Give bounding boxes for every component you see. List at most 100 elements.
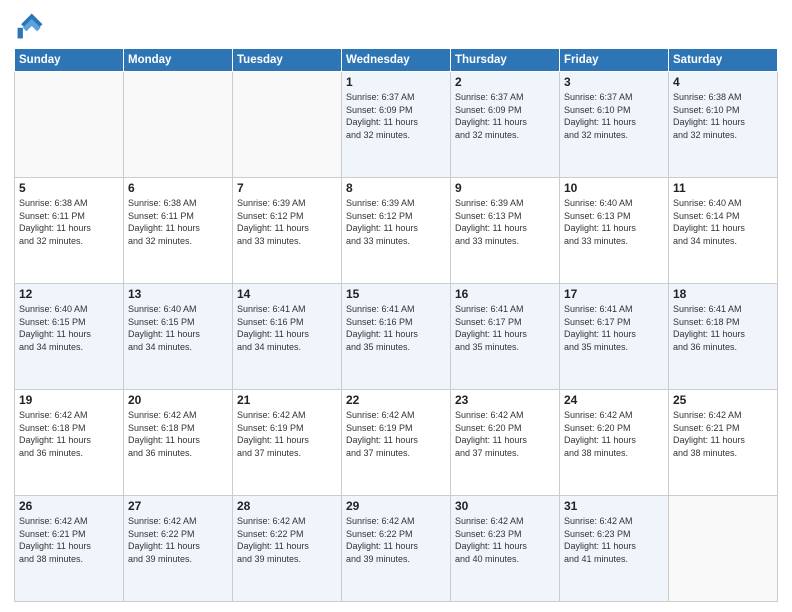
day-number: 1 (346, 75, 446, 89)
calendar-cell: 8 Sunrise: 6:39 AM Sunset: 6:12 PM Daylig… (342, 178, 451, 284)
day-info: Sunrise: 6:42 AM Sunset: 6:23 PM Dayligh… (564, 515, 664, 565)
day-number: 8 (346, 181, 446, 195)
day-info: Sunrise: 6:41 AM Sunset: 6:17 PM Dayligh… (564, 303, 664, 353)
day-number: 14 (237, 287, 337, 301)
day-number: 7 (237, 181, 337, 195)
calendar-week-row: 1 Sunrise: 6:37 AM Sunset: 6:09 PM Daylig… (15, 72, 778, 178)
day-number: 12 (19, 287, 119, 301)
day-info: Sunrise: 6:42 AM Sunset: 6:21 PM Dayligh… (19, 515, 119, 565)
day-info: Sunrise: 6:37 AM Sunset: 6:10 PM Dayligh… (564, 91, 664, 141)
day-number: 22 (346, 393, 446, 407)
calendar-cell: 29 Sunrise: 6:42 AM Sunset: 6:22 PM Dayli… (342, 496, 451, 602)
calendar-week-row: 19 Sunrise: 6:42 AM Sunset: 6:18 PM Dayli… (15, 390, 778, 496)
calendar-cell: 28Sunrise: 6:42 AM Sunset: 6:22 PM Dayli… (233, 496, 342, 602)
calendar-week-row: 12 Sunrise: 6:40 AM Sunset: 6:15 PM Dayli… (15, 284, 778, 390)
calendar-cell: 23 Sunrise: 6:42 AM Sunset: 6:20 PM Dayli… (451, 390, 560, 496)
calendar-cell: 20 Sunrise: 6:42 AM Sunset: 6:18 PM Dayli… (124, 390, 233, 496)
day-info: Sunrise: 6:42 AM Sunset: 6:21 PM Dayligh… (673, 409, 773, 459)
header (14, 10, 778, 42)
day-info: Sunrise: 6:42 AM Sunset: 6:20 PM Dayligh… (455, 409, 555, 459)
calendar-cell: 26 Sunrise: 6:42 AM Sunset: 6:21 PM Dayli… (15, 496, 124, 602)
day-info: Sunrise: 6:39 AM Sunset: 6:13 PM Dayligh… (455, 197, 555, 247)
calendar-cell: 2 Sunrise: 6:37 AM Sunset: 6:09 PM Daylig… (451, 72, 560, 178)
day-number: 31 (564, 499, 664, 513)
day-number: 5 (19, 181, 119, 195)
calendar-cell (124, 72, 233, 178)
calendar-cell: 18Sunrise: 6:41 AM Sunset: 6:18 PM Dayli… (669, 284, 778, 390)
day-info: Sunrise: 6:42 AM Sunset: 6:23 PM Dayligh… (455, 515, 555, 565)
day-info: Sunrise: 6:38 AM Sunset: 6:11 PM Dayligh… (128, 197, 228, 247)
calendar-cell (233, 72, 342, 178)
day-of-week-header: Friday (560, 49, 669, 72)
calendar-header-row: SundayMondayTuesdayWednesdayThursdayFrid… (15, 49, 778, 72)
calendar-cell (669, 496, 778, 602)
calendar-cell: 24 Sunrise: 6:42 AM Sunset: 6:20 PM Dayli… (560, 390, 669, 496)
day-number: 11 (673, 181, 773, 195)
day-number: 23 (455, 393, 555, 407)
calendar-cell: 25 Sunrise: 6:42 AM Sunset: 6:21 PM Dayli… (669, 390, 778, 496)
day-info: Sunrise: 6:42 AM Sunset: 6:22 PM Dayligh… (128, 515, 228, 565)
day-number: 26 (19, 499, 119, 513)
day-number: 9 (455, 181, 555, 195)
day-number: 24 (564, 393, 664, 407)
day-of-week-header: Monday (124, 49, 233, 72)
calendar-cell: 4 Sunrise: 6:38 AM Sunset: 6:10 PM Daylig… (669, 72, 778, 178)
calendar-cell: 21Sunrise: 6:42 AM Sunset: 6:19 PM Dayli… (233, 390, 342, 496)
calendar-cell: 22 Sunrise: 6:42 AM Sunset: 6:19 PM Dayli… (342, 390, 451, 496)
day-info: Sunrise: 6:37 AM Sunset: 6:09 PM Dayligh… (346, 91, 446, 141)
day-info: Sunrise: 6:40 AM Sunset: 6:14 PM Dayligh… (673, 197, 773, 247)
day-info: Sunrise: 6:38 AM Sunset: 6:10 PM Dayligh… (673, 91, 773, 141)
calendar-week-row: 5 Sunrise: 6:38 AM Sunset: 6:11 PM Daylig… (15, 178, 778, 284)
calendar-cell: 31 Sunrise: 6:42 AM Sunset: 6:23 PM Dayli… (560, 496, 669, 602)
day-number: 30 (455, 499, 555, 513)
day-number: 6 (128, 181, 228, 195)
day-number: 20 (128, 393, 228, 407)
day-of-week-header: Saturday (669, 49, 778, 72)
day-info: Sunrise: 6:41 AM Sunset: 6:16 PM Dayligh… (237, 303, 337, 353)
calendar-cell: 3 Sunrise: 6:37 AM Sunset: 6:10 PM Daylig… (560, 72, 669, 178)
day-info: Sunrise: 6:41 AM Sunset: 6:17 PM Dayligh… (455, 303, 555, 353)
logo-icon (14, 10, 46, 42)
day-info: Sunrise: 6:42 AM Sunset: 6:18 PM Dayligh… (128, 409, 228, 459)
calendar-cell: 13Sunrise: 6:40 AM Sunset: 6:15 PM Dayli… (124, 284, 233, 390)
day-number: 29 (346, 499, 446, 513)
day-info: Sunrise: 6:42 AM Sunset: 6:22 PM Dayligh… (346, 515, 446, 565)
day-info: Sunrise: 6:40 AM Sunset: 6:13 PM Dayligh… (564, 197, 664, 247)
calendar-cell: 15 Sunrise: 6:41 AM Sunset: 6:16 PM Dayli… (342, 284, 451, 390)
logo (14, 10, 50, 42)
day-of-week-header: Sunday (15, 49, 124, 72)
day-of-week-header: Thursday (451, 49, 560, 72)
day-number: 19 (19, 393, 119, 407)
day-number: 4 (673, 75, 773, 89)
calendar-cell: 11 Sunrise: 6:40 AM Sunset: 6:14 PM Dayli… (669, 178, 778, 284)
calendar-cell: 16 Sunrise: 6:41 AM Sunset: 6:17 PM Dayli… (451, 284, 560, 390)
day-number: 3 (564, 75, 664, 89)
day-info: Sunrise: 6:42 AM Sunset: 6:20 PM Dayligh… (564, 409, 664, 459)
day-info: Sunrise: 6:40 AM Sunset: 6:15 PM Dayligh… (128, 303, 228, 353)
page: SundayMondayTuesdayWednesdayThursdayFrid… (0, 0, 792, 612)
day-info: Sunrise: 6:40 AM Sunset: 6:15 PM Dayligh… (19, 303, 119, 353)
calendar-cell: 17Sunrise: 6:41 AM Sunset: 6:17 PM Dayli… (560, 284, 669, 390)
calendar-cell: 19 Sunrise: 6:42 AM Sunset: 6:18 PM Dayli… (15, 390, 124, 496)
day-number: 27 (128, 499, 228, 513)
calendar-cell (15, 72, 124, 178)
day-info: Sunrise: 6:39 AM Sunset: 6:12 PM Dayligh… (346, 197, 446, 247)
day-number: 25 (673, 393, 773, 407)
day-number: 15 (346, 287, 446, 301)
calendar-cell: 5 Sunrise: 6:38 AM Sunset: 6:11 PM Daylig… (15, 178, 124, 284)
day-info: Sunrise: 6:42 AM Sunset: 6:19 PM Dayligh… (346, 409, 446, 459)
day-of-week-header: Wednesday (342, 49, 451, 72)
day-number: 2 (455, 75, 555, 89)
day-info: Sunrise: 6:42 AM Sunset: 6:22 PM Dayligh… (237, 515, 337, 565)
day-info: Sunrise: 6:41 AM Sunset: 6:16 PM Dayligh… (346, 303, 446, 353)
calendar-table: SundayMondayTuesdayWednesdayThursdayFrid… (14, 48, 778, 602)
day-info: Sunrise: 6:42 AM Sunset: 6:18 PM Dayligh… (19, 409, 119, 459)
day-info: Sunrise: 6:37 AM Sunset: 6:09 PM Dayligh… (455, 91, 555, 141)
day-of-week-header: Tuesday (233, 49, 342, 72)
day-number: 16 (455, 287, 555, 301)
day-number: 18 (673, 287, 773, 301)
calendar-week-row: 26 Sunrise: 6:42 AM Sunset: 6:21 PM Dayli… (15, 496, 778, 602)
day-number: 10 (564, 181, 664, 195)
calendar-cell: 6 Sunrise: 6:38 AM Sunset: 6:11 PM Daylig… (124, 178, 233, 284)
day-info: Sunrise: 6:38 AM Sunset: 6:11 PM Dayligh… (19, 197, 119, 247)
